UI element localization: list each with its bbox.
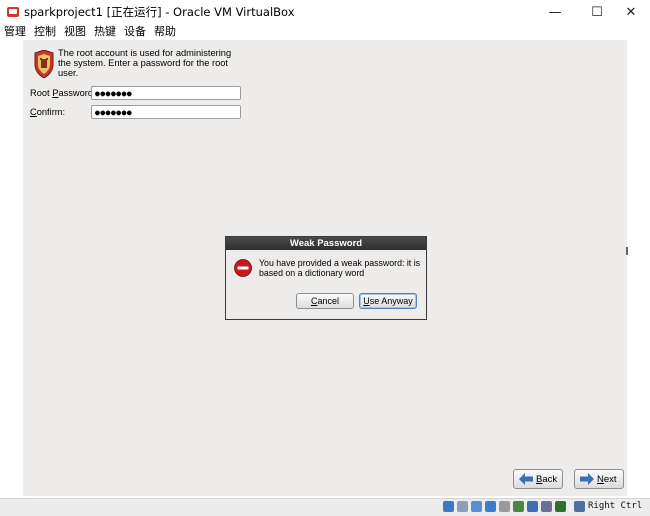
confirm-password-input[interactable]: ●●●●●●● [91, 105, 241, 119]
root-password-label-prefix: Root [30, 88, 53, 98]
window-title: sparkproject1 [正在运行] - Oracle VM Virtual… [24, 5, 295, 19]
confirm-label-mnemonic: C [30, 107, 37, 117]
hard-disk-icon[interactable] [443, 501, 454, 512]
vm-display-margin [627, 40, 650, 498]
next-label: Next [597, 474, 617, 485]
menu-hotkey[interactable]: 热键 [90, 24, 120, 40]
back-arrow-icon [519, 473, 533, 485]
display-icon[interactable] [527, 501, 538, 512]
virtualbox-app-icon[interactable] [6, 5, 20, 19]
next-mnemonic: N [597, 473, 604, 485]
dialog-message: You have provided a weak password: it is… [259, 258, 424, 278]
close-icon: ✕ [625, 4, 637, 20]
cancel-button[interactable]: Cancel [296, 293, 354, 309]
weak-password-dialog: Weak Password You have provided a weak p… [225, 236, 427, 320]
network-icon[interactable] [485, 501, 496, 512]
shared-folders-icon[interactable] [513, 501, 524, 512]
use-anyway-button[interactable]: Use Anyway [359, 293, 417, 309]
back-button[interactable]: Back [513, 469, 563, 489]
intro-line-3: user. [58, 68, 79, 78]
display-edge-marker [626, 247, 628, 255]
back-label-suffix: ack [542, 473, 558, 485]
root-account-intro: The root account is used for administeri… [58, 48, 233, 78]
dialog-message-line-2: based on a dictionary word [259, 268, 365, 278]
dialog-message-line-1: You have provided a weak password: it is [259, 258, 421, 268]
confirm-password-label: Confirm: [30, 107, 65, 117]
intro-line-2: the system. Enter a password for the roo… [58, 58, 229, 68]
menu-help[interactable]: 帮助 [150, 24, 180, 40]
close-window-button[interactable]: ✕ [612, 0, 650, 24]
confirm-label-suffix: onfirm: [36, 107, 66, 117]
next-label-suffix: ext [603, 473, 617, 485]
audio-icon[interactable] [471, 501, 482, 512]
optical-drive-icon[interactable] [457, 501, 468, 512]
use-anyway-label: se Anyway [369, 296, 413, 306]
menu-bar: 管理 控制 视图 热键 设备 帮助 [0, 24, 650, 40]
video-capture-icon[interactable] [541, 501, 552, 512]
mouse-integration-icon[interactable] [574, 501, 585, 512]
root-shield-icon [34, 50, 54, 78]
menu-view[interactable]: 视图 [60, 24, 90, 40]
maximize-button[interactable]: ☐ [578, 0, 616, 24]
back-label: Back [536, 474, 557, 485]
window-titlebar: sparkproject1 [正在运行] - Oracle VM Virtual… [0, 0, 650, 24]
minimize-button[interactable]: — [536, 0, 574, 24]
next-arrow-icon [580, 473, 594, 485]
menu-control[interactable]: 控制 [30, 24, 60, 40]
next-button[interactable]: Next [574, 469, 624, 489]
usb-icon[interactable] [499, 501, 510, 512]
cpu-activity-icon[interactable] [555, 501, 566, 512]
root-password-label: Root Password: [30, 88, 96, 98]
minimize-icon: — [548, 4, 562, 20]
error-stop-icon [234, 259, 252, 277]
dialog-title: Weak Password [226, 237, 426, 250]
maximize-icon: ☐ [591, 4, 603, 20]
menu-devices[interactable]: 设备 [120, 24, 150, 40]
host-key-indicator: Right Ctrl [588, 501, 643, 511]
intro-line-1: The root account is used for administeri… [58, 48, 232, 58]
root-password-input[interactable]: ●●●●●●● [91, 86, 241, 100]
vm-status-bar [0, 498, 650, 516]
menu-manage[interactable]: 管理 [0, 24, 30, 40]
cancel-label: ancel [317, 296, 339, 306]
